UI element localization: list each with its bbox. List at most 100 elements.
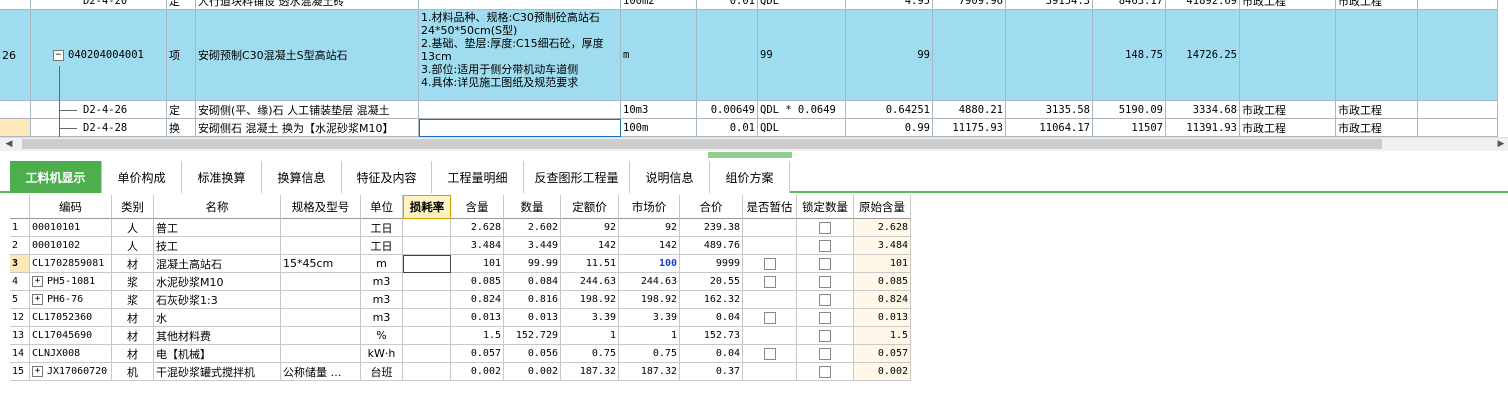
expand-icon[interactable]: +: [32, 276, 43, 287]
cell-name[interactable]: 石灰砂浆1:3: [154, 291, 281, 309]
expand-icon[interactable]: +: [32, 294, 43, 305]
cell-idx[interactable]: 12: [10, 309, 30, 327]
cell-unit[interactable]: m3: [361, 309, 403, 327]
cell-orig[interactable]: 3.484: [854, 237, 911, 255]
cell-type[interactable]: 项: [167, 10, 196, 101]
table-row[interactable]: 5 + PH6-76 浆石灰砂浆1:3 m3 0.824 0.816 198.92 198.92…: [10, 291, 932, 309]
checkbox[interactable]: [819, 293, 831, 306]
cell-v1[interactable]: 11175.93: [933, 119, 1006, 137]
cell-idx[interactable]: 13: [10, 327, 30, 345]
cell-type[interactable]: 换: [167, 119, 196, 137]
cell-name[interactable]: 安砌预制C30混凝土S型高站石: [196, 10, 419, 101]
cell-cat[interactable]: 材: [112, 327, 154, 345]
cell-v1[interactable]: [933, 10, 1006, 101]
checkbox[interactable]: [763, 275, 776, 288]
column-header[interactable]: 是否暂估: [743, 195, 797, 219]
cell-unit[interactable]: kW·h: [361, 345, 403, 363]
column-header[interactable]: 类别: [112, 195, 154, 219]
cell-orig[interactable]: 0.002: [854, 363, 911, 381]
cell-price[interactable]: 187.32: [561, 363, 619, 381]
cell-loss[interactable]: [403, 237, 451, 255]
cell-est[interactable]: [743, 309, 797, 327]
column-header[interactable]: 名称: [154, 195, 281, 219]
cell-v2[interactable]: 11064.17: [1006, 119, 1093, 137]
cell-orig[interactable]: 101: [854, 255, 911, 273]
cell-major[interactable]: 市政工程: [1240, 119, 1336, 137]
tab-2[interactable]: 标准换算: [182, 161, 262, 193]
cell-name[interactable]: 水泥砂浆M10: [154, 273, 281, 291]
scrollbar-thumb[interactable]: [22, 139, 1382, 149]
cell-code[interactable]: CL17052360: [30, 309, 112, 327]
cell-amount[interactable]: 99: [846, 10, 933, 101]
cell-unit[interactable]: 工日: [361, 237, 403, 255]
cell-code[interactable]: + PH5-1081: [30, 273, 112, 291]
cell-price[interactable]: 1: [561, 327, 619, 345]
cell-qty[interactable]: [697, 10, 758, 101]
cell-est[interactable]: [743, 237, 797, 255]
cell-lock[interactable]: [797, 345, 854, 363]
cell-loss[interactable]: [403, 273, 451, 291]
cell-major2[interactable]: 市政工程: [1336, 101, 1418, 119]
tab-1[interactable]: 单价构成: [102, 161, 182, 193]
cell-content[interactable]: 0.013: [451, 309, 504, 327]
column-header[interactable]: 锁定数量: [797, 195, 854, 219]
tab-6[interactable]: 反查图形工程量: [524, 161, 630, 193]
checkbox[interactable]: [819, 311, 831, 324]
cell-v4[interactable]: 41892.69: [1166, 0, 1240, 10]
cell-cat[interactable]: 人: [112, 237, 154, 255]
cell-major[interactable]: 市政工程: [1240, 0, 1336, 10]
cell-content[interactable]: 2.628: [451, 219, 504, 237]
cell-orig[interactable]: 1.5: [854, 327, 911, 345]
checkbox[interactable]: [763, 311, 776, 324]
column-header[interactable]: 原始含量: [854, 195, 911, 219]
checkbox[interactable]: [819, 257, 831, 270]
tab-0[interactable]: 工料机显示: [10, 161, 102, 193]
cell-market[interactable]: 142: [619, 237, 680, 255]
cell-name[interactable]: 干混砂浆罐式搅拌机: [154, 363, 281, 381]
cell-formula[interactable]: QDL: [758, 119, 846, 137]
tab-8[interactable]: 组价方案: [710, 161, 790, 193]
table-row[interactable]: 3 CL1702859081 材混凝土高站石 15*45cm m 101 99.99 11.5…: [10, 255, 932, 273]
cell-name[interactable]: 电【机械】: [154, 345, 281, 363]
checkbox[interactable]: [819, 347, 831, 360]
cell-idx[interactable]: 3: [10, 255, 30, 273]
cell-extra[interactable]: [1418, 101, 1498, 119]
cell-orig[interactable]: 0.013: [854, 309, 911, 327]
cell-qty[interactable]: 0.01: [697, 0, 758, 10]
checkbox[interactable]: [819, 365, 831, 378]
cell-extra[interactable]: [1418, 0, 1498, 10]
cell-qty[interactable]: 0.00649: [697, 101, 758, 119]
cell-cat[interactable]: 浆: [112, 291, 154, 309]
table-row[interactable]: 14 CLNJX008 材电【机械】 kW·h 0.057 0.056 0.75 0.75 0.…: [10, 345, 932, 363]
cell-orig[interactable]: 0.057: [854, 345, 911, 363]
table-row[interactable]: 1 00010101 人普工 工日 2.628 2.602 92 92 239.38 2.628: [10, 219, 932, 237]
cell-total[interactable]: 20.55: [680, 273, 743, 291]
cell-formula[interactable]: QDL: [758, 0, 846, 10]
cell-feature[interactable]: [419, 101, 621, 119]
cell-loss[interactable]: [403, 327, 451, 345]
cell-loss[interactable]: [403, 219, 451, 237]
cell-major2[interactable]: [1336, 10, 1418, 101]
cell-num[interactable]: [0, 119, 31, 137]
table-row[interactable]: D2-4-26 定安砌侧(平、缘)石 人工铺装垫层 混凝土 10m3 0.00649 Q…: [0, 101, 1498, 119]
cell-unit[interactable]: %: [361, 327, 403, 345]
cell-name[interactable]: 人行道块料铺设 透水混凝土砖: [196, 0, 419, 10]
cell-qty[interactable]: 2.602: [504, 219, 561, 237]
cell-idx[interactable]: 2: [10, 237, 30, 255]
cell-unit[interactable]: 100m2: [621, 0, 697, 10]
cell-est[interactable]: [743, 255, 797, 273]
cell-qty[interactable]: 0.084: [504, 273, 561, 291]
cell-num[interactable]: [0, 0, 31, 10]
table-row[interactable]: 4 + PH5-1081 浆水泥砂浆M10 m3 0.085 0.084 244.63 244.…: [10, 273, 932, 291]
cell-code[interactable]: D2-4-28: [31, 119, 167, 137]
cell-content[interactable]: 0.057: [451, 345, 504, 363]
cell-price[interactable]: 244.63: [561, 273, 619, 291]
cell-idx[interactable]: 14: [10, 345, 30, 363]
cell-market[interactable]: 1: [619, 327, 680, 345]
column-header[interactable]: 市场价: [619, 195, 680, 219]
checkbox[interactable]: [819, 239, 831, 252]
scroll-right-icon[interactable]: ▶: [1494, 137, 1508, 151]
column-header[interactable]: 含量: [451, 195, 504, 219]
cell-unit[interactable]: 台班: [361, 363, 403, 381]
cell-est[interactable]: [743, 363, 797, 381]
